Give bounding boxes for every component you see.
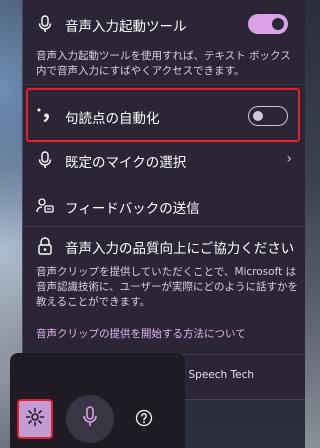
- voice-typing-launcher-toggle[interactable]: [248, 14, 288, 34]
- default-mic-label: 既定のマイクの選択: [65, 155, 187, 171]
- divider: [23, 226, 306, 227]
- voice-typing-launcher-row: 音声入力起動ツール: [23, 12, 306, 36]
- speech-quality-title: 音声入力の品質向上にご協力ください: [65, 241, 295, 257]
- chevron-right-icon: ›: [286, 151, 292, 167]
- microphone-icon: [36, 151, 54, 169]
- gear-icon: [25, 407, 45, 431]
- speech-quality-description: 音声クリップを提供していただくことで、Microsoft は音声認識技術に、ユー…: [36, 266, 298, 308]
- divider: [23, 84, 306, 85]
- help-icon: [135, 409, 153, 431]
- settings-button[interactable]: [17, 399, 53, 439]
- speech-quality-row: 音声入力の品質向上にご協力ください: [23, 234, 306, 258]
- feedback-row[interactable]: フィードバックの送信: [23, 194, 306, 218]
- lock-icon: [36, 237, 54, 255]
- toggle-knob: [272, 18, 284, 30]
- feedback-icon: [36, 197, 54, 215]
- default-mic-row[interactable]: 既定のマイクの選択 ›: [23, 148, 306, 172]
- auto-punctuation-highlight: [26, 88, 300, 142]
- microphone-icon: [36, 15, 54, 33]
- microphone-icon: [82, 406, 98, 432]
- voice-typing-launcher-description: 音声入力起動ツールを使用すれば、テキスト ボックス内で音声入力にすばやくアクセス…: [36, 50, 291, 77]
- voice-typing-settings-panel: 音声入力起動ツール 音声入力起動ツールを使用すれば、テキスト ボックス内で音声入…: [22, 0, 306, 400]
- speech-clip-info-link[interactable]: 音声クリップの提供を開始する方法について: [36, 326, 246, 341]
- microphone-button[interactable]: [66, 395, 114, 443]
- voice-typing-launcher-label: 音声入力起動ツール: [65, 19, 187, 35]
- help-button[interactable]: [128, 404, 160, 436]
- feedback-label: フィードバックの送信: [65, 201, 200, 217]
